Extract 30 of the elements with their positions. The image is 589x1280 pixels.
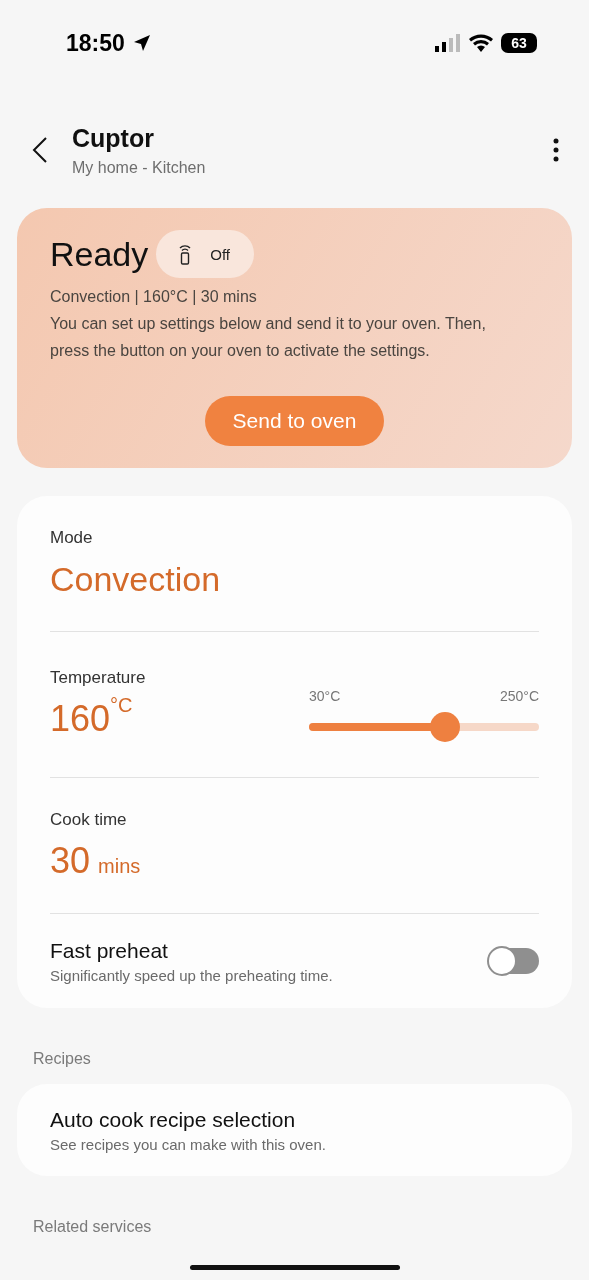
recipe-description: See recipes you can make with this oven.: [50, 1135, 327, 1153]
min-temperature: 30°C: [309, 687, 341, 704]
remote-status: Off: [210, 245, 230, 263]
recipe-title: Auto cook recipe selection: [50, 1107, 297, 1132]
mode-value[interactable]: Convection: [50, 560, 539, 599]
remote-control-chip[interactable]: Off: [156, 230, 254, 278]
recipe-card[interactable]: Auto cook recipe selection See recipes you can make with this oven.: [17, 1084, 572, 1176]
oven-state: Ready: [50, 234, 149, 274]
settings-summary: Convection | 160°C | 30 mins: [50, 288, 258, 306]
recipes-heading: Recipes: [33, 1050, 92, 1068]
fast-preheat-description: Significantly speed up the preheating time.: [50, 966, 333, 984]
max-temperature: 250°C: [499, 687, 539, 704]
location-arrow-icon: [132, 34, 151, 52]
device-title: Cuptor: [72, 123, 155, 153]
remote-phone-icon: [178, 243, 193, 265]
mode-label: Mode: [50, 528, 94, 548]
send-to-oven-button[interactable]: Send to oven: [204, 396, 385, 446]
battery-level: 63: [501, 33, 537, 53]
cook-time-label: Cook time: [50, 809, 128, 830]
fast-preheat-title: Fast preheat: [50, 938, 169, 963]
signal-icon: [435, 34, 461, 52]
temperature-label: Temperature: [50, 667, 147, 688]
status-time: 18:50: [66, 29, 125, 57]
instructions-text: You can set up settings below and send it to your oven. Then, press the button on your oven to activate the settings.: [50, 314, 487, 361]
fast-preheat-switch[interactable]: [489, 948, 539, 974]
cook-time-value[interactable]: 30 mins: [50, 839, 539, 882]
related-services-heading: Related services: [33, 1218, 153, 1236]
slider-thumb[interactable]: [429, 711, 460, 742]
device-location: My home - Kitchen: [72, 158, 207, 177]
wifi-icon: [469, 34, 493, 52]
